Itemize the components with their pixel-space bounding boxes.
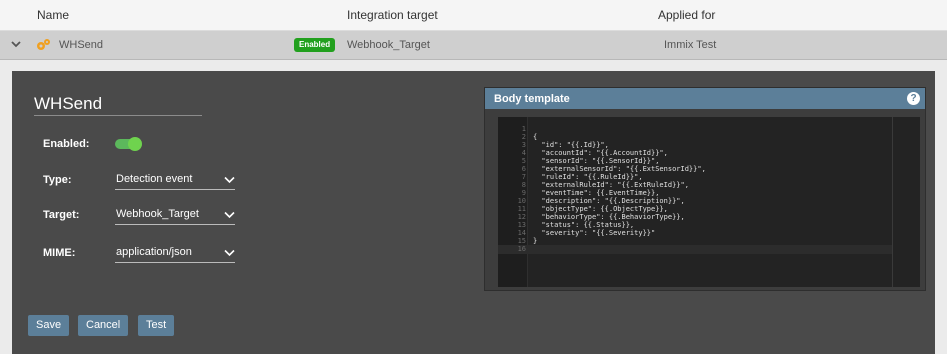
code-line: "description": "{{.Description}}",	[533, 197, 685, 205]
line-number: 10	[517, 197, 526, 205]
type-select[interactable]: Detection event	[115, 172, 235, 190]
body-template-title: Body template	[494, 93, 570, 105]
type-label: Type:	[43, 174, 72, 186]
help-icon[interactable]: ?	[907, 92, 920, 105]
line-number: 8	[521, 181, 526, 189]
chevron-down-icon	[224, 176, 235, 184]
column-header-applied[interactable]: Applied for	[658, 8, 715, 22]
line-number: 5	[521, 157, 526, 165]
status-badge: Enabled	[294, 38, 336, 52]
body-template-panel: Body template ? 1 2 3 4 5 6 7 8 9 10 11 12 13 14 15 16 …	[484, 87, 926, 291]
code-line: {	[533, 133, 538, 141]
table-header: Name Integration target Applied for	[0, 0, 947, 31]
code-line: "sensorId": "{{.SensorId}}",	[533, 157, 660, 165]
code-line: "severity": "{{.Severity}}"	[533, 229, 656, 237]
enabled-toggle[interactable]	[115, 137, 142, 151]
code-line: "eventTime": {{.EventTime}},	[533, 189, 660, 197]
type-select-value: Detection event	[116, 173, 193, 185]
line-number: 11	[517, 205, 526, 213]
line-number: 16	[517, 245, 526, 253]
editor-scrollbar[interactable]	[892, 117, 920, 287]
line-number: 3	[521, 141, 526, 149]
target-label: Target:	[43, 209, 80, 221]
line-number: 12	[517, 213, 526, 221]
chevron-down-icon	[224, 211, 235, 219]
line-number: 9	[521, 189, 526, 197]
line-number: 13	[517, 221, 526, 229]
code-line: "externalRuleId": "{{.ExtRuleId}}",	[533, 181, 689, 189]
line-number: 2	[521, 133, 526, 141]
save-button[interactable]: Save	[28, 315, 70, 336]
code-line: "accountId": "{{.AccountId}}",	[533, 149, 668, 157]
chevron-down-icon	[224, 249, 235, 257]
chevron-down-icon[interactable]	[10, 38, 22, 50]
column-header-name[interactable]: Name	[37, 8, 69, 22]
line-number: 6	[521, 165, 526, 173]
gears-icon	[35, 37, 51, 53]
cancel-button[interactable]: Cancel	[78, 315, 129, 336]
row-applied-for: Immix Test	[664, 39, 717, 51]
row-target: Webhook_Target	[347, 39, 430, 51]
line-number: 7	[521, 173, 526, 181]
mime-label: MIME:	[43, 247, 76, 259]
code-line: "status": {{.Status}},	[533, 221, 635, 229]
target-select-value: Webhook_Target	[116, 208, 199, 220]
line-number: 14	[517, 229, 526, 237]
table-row[interactable]: WHSend Enabled Webhook_Target Immix Test	[0, 31, 947, 60]
line-number: 4	[521, 149, 526, 157]
code-line: }	[533, 237, 538, 245]
code-line: "ruleId": "{{.RuleId}}",	[533, 173, 643, 181]
code-line: "id": "{{.Id}}",	[533, 141, 609, 149]
name-field[interactable]: WHSend	[34, 94, 202, 116]
code-line: "behaviorType": {{.BehaviorType}},	[533, 213, 685, 221]
line-number: 15	[517, 237, 526, 245]
target-select[interactable]: Webhook_Target	[115, 207, 235, 225]
code-line: "externalSensorId": "{{.ExtSensorId}}",	[533, 165, 706, 173]
mime-select-value: application/json	[116, 246, 192, 258]
mime-select[interactable]: application/json	[115, 245, 235, 263]
code-editor[interactable]: 1 2 3 4 5 6 7 8 9 10 11 12 13 14 15 16 { "id": "{{.Id}}…	[498, 117, 920, 287]
active-line-highlight	[498, 245, 892, 254]
row-name: WHSend	[59, 39, 104, 51]
body-template-header: Body template ?	[485, 88, 925, 109]
column-header-target[interactable]: Integration target	[347, 8, 438, 22]
line-number: 1	[521, 125, 526, 133]
edit-panel: WHSend Enabled: Type: Detection event Ta…	[12, 71, 935, 354]
enabled-label: Enabled:	[43, 138, 90, 150]
test-button[interactable]: Test	[138, 315, 175, 336]
code-line: "objectType": {{.ObjectType}},	[533, 205, 668, 213]
